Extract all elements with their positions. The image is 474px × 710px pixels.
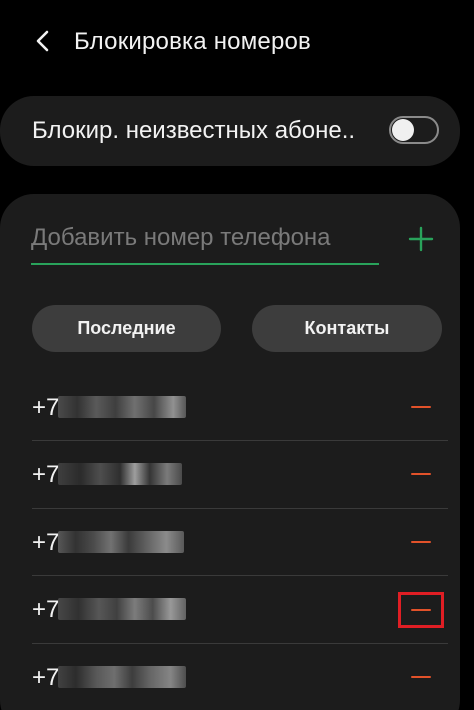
remove-number-button[interactable] (404, 525, 438, 559)
remove-number-button-highlighted[interactable] (398, 592, 444, 628)
blocked-number-text: +7 (32, 529, 60, 556)
block-numbers-screen: Блокировка номеров Блокир. неизвестных а… (0, 0, 474, 710)
blocked-number-text: +7 (32, 596, 60, 623)
add-number-button[interactable] (406, 224, 436, 254)
remove-number-button[interactable] (404, 390, 438, 424)
remove-number-button[interactable] (404, 660, 438, 694)
blocked-number-row: +7 (0, 644, 460, 710)
block-unknown-callers-label: Блокир. неизвестных абоне.. (32, 117, 356, 144)
blurred-number (58, 463, 182, 485)
blocked-number-row: +7 (0, 441, 460, 508)
recent-calls-button[interactable]: Последние (32, 305, 221, 352)
blurred-number (58, 666, 186, 688)
blurred-number (58, 598, 186, 620)
blocked-number-row: +7 (0, 576, 460, 643)
minus-icon (411, 406, 431, 408)
blocked-number-row: +7 (0, 374, 460, 441)
add-phone-number-input[interactable] (31, 219, 379, 265)
page-title: Блокировка номеров (74, 28, 311, 55)
minus-icon (411, 541, 431, 543)
minus-icon (411, 676, 431, 678)
minus-icon (411, 609, 431, 611)
block-unknown-callers-switch[interactable] (389, 116, 439, 144)
contacts-button[interactable]: Контакты (252, 305, 442, 352)
blurred-number (58, 396, 186, 418)
blocked-number-text: +7 (32, 461, 60, 488)
plus-icon (408, 226, 434, 252)
remove-number-button[interactable] (404, 457, 438, 491)
app-header: Блокировка номеров (0, 0, 474, 86)
back-button[interactable] (26, 24, 60, 58)
blocked-number-row: +7 (0, 509, 460, 576)
blurred-number (58, 531, 184, 553)
switch-knob (392, 119, 414, 141)
blocked-number-text: +7 (32, 394, 60, 421)
chevron-left-icon (36, 30, 49, 52)
blocked-number-text: +7 (32, 664, 60, 691)
minus-icon (411, 473, 431, 475)
